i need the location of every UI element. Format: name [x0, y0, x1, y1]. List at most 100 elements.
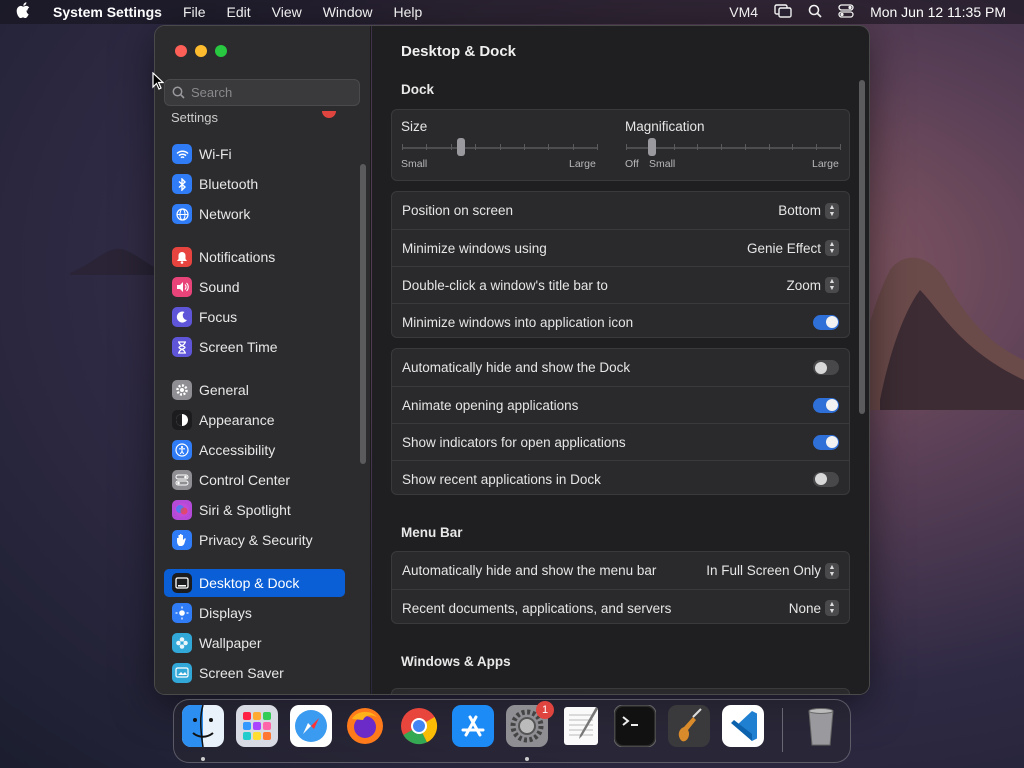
- menu-bar-group: Automatically hide and show the menu bar…: [391, 551, 850, 624]
- dock-app-system-settings[interactable]: 1: [506, 701, 554, 749]
- menu-help[interactable]: Help: [394, 4, 423, 20]
- section-menu-bar: Menu Bar: [401, 525, 463, 540]
- popup-button[interactable]: In Full Screen Only ▲ ▼: [706, 562, 839, 579]
- sidebar-item-notifications[interactable]: Notifications: [164, 243, 345, 271]
- sidebar-item-desktop-dock[interactable]: Desktop & Dock: [164, 569, 345, 597]
- sidebar-item-wi-fi[interactable]: Wi-Fi: [164, 140, 345, 168]
- size-label: Size: [401, 119, 428, 134]
- screen-mirroring-icon[interactable]: [774, 3, 792, 21]
- globe-icon: [172, 204, 192, 224]
- magnification-slider-track[interactable]: [626, 147, 840, 149]
- textedit-icon: [560, 705, 602, 752]
- toggle-switch[interactable]: [813, 314, 839, 330]
- windows-apps-group-partial: [391, 688, 850, 694]
- slider-tick: [697, 144, 699, 150]
- dock-settings-group: Position on screen Bottom ▲ ▼ Minimize windo…: [391, 191, 850, 338]
- dock-separator: [782, 708, 783, 752]
- setting-label: Minimize windows into application icon: [402, 314, 634, 330]
- dock-app-firefox[interactable]: [344, 707, 386, 749]
- toggle-switch[interactable]: [813, 360, 839, 375]
- menu-view[interactable]: View: [272, 4, 302, 20]
- menu-edit[interactable]: Edit: [227, 4, 251, 20]
- menu-file[interactable]: File: [183, 4, 206, 20]
- sidebar-item-control-center[interactable]: Control Center: [164, 466, 345, 494]
- popup-value: Bottom: [778, 203, 821, 218]
- popup-button[interactable]: Genie Effect ▲ ▼: [747, 240, 839, 256]
- popup-button[interactable]: Zoom ▲ ▼: [786, 277, 839, 293]
- search-input[interactable]: [191, 85, 341, 100]
- sidebar-item-partial[interactable]: Settings: [171, 110, 218, 125]
- sidebar-item-label: Wi-Fi: [199, 146, 232, 162]
- garageband-icon: [668, 704, 710, 752]
- slider-tick: [450, 144, 452, 150]
- dock-app-app-store[interactable]: [452, 704, 494, 749]
- popup-button[interactable]: Bottom ▲ ▼: [778, 202, 839, 219]
- sidebar-item-displays[interactable]: Displays: [164, 599, 345, 627]
- sidebar-item-accessibility[interactable]: Accessibility: [164, 436, 345, 464]
- slider-tick: [721, 144, 723, 150]
- screensaver-icon: [172, 663, 192, 683]
- sidebar-list: Settings Wi-Fi Bluetooth Network Notificati…: [155, 108, 365, 694]
- setting-row-automatically-hide-and-show-the-dock: Automatically hide and show the Dock: [392, 349, 849, 386]
- popup-value: None: [788, 600, 821, 616]
- sidebar-scrollbar[interactable]: [360, 164, 366, 464]
- dock-app-safari[interactable]: [290, 704, 332, 749]
- spotlight-search-icon[interactable]: [808, 4, 822, 21]
- setting-label: Automatically hide and show the menu bar: [402, 563, 657, 578]
- sidebar-item-network[interactable]: Network: [164, 200, 345, 228]
- dock-app-terminal[interactable]: [613, 704, 657, 749]
- sidebar-item-label: Appearance: [199, 412, 275, 428]
- sidebar-item-screen-time[interactable]: Screen Time: [164, 333, 345, 361]
- magnification-slider-thumb[interactable]: [648, 138, 656, 156]
- sidebar-item-general[interactable]: General: [164, 376, 345, 404]
- minimize-button[interactable]: [195, 45, 207, 57]
- popup-button[interactable]: None ▲ ▼: [789, 600, 839, 616]
- slider-tick: [626, 144, 627, 150]
- dock-app-vs-code[interactable]: [722, 704, 764, 749]
- dock-app-garageband[interactable]: [668, 704, 710, 752]
- setting-row-recent-documents-applications-and-server: Recent documents, applications, and serv…: [392, 589, 849, 626]
- setting-row-animate-opening-applications: Animate opening applications: [392, 386, 849, 423]
- toggle-switch[interactable]: [813, 434, 839, 450]
- close-button[interactable]: [175, 45, 187, 57]
- dock-app-finder[interactable]: [182, 704, 224, 749]
- toggle-switch[interactable]: [813, 471, 839, 487]
- chevron-up-down-icon: ▲ ▼: [825, 600, 839, 616]
- zoom-button[interactable]: [215, 45, 227, 57]
- menubar-clock[interactable]: Mon Jun 12 11:35 PM: [870, 4, 1006, 20]
- setting-label: Minimize windows using: [402, 240, 547, 256]
- toggle-knob: [814, 473, 827, 485]
- dock-app-textedit[interactable]: [560, 705, 602, 752]
- main-scrollbar[interactable]: [859, 80, 865, 414]
- dock-app-chrome[interactable]: [398, 707, 440, 749]
- dock-badge: 1: [536, 701, 554, 719]
- sidebar-item-focus[interactable]: Focus: [164, 303, 345, 331]
- setting-label: Double-click a window's title bar to: [402, 277, 608, 293]
- sidebar-item-screen-saver[interactable]: Screen Saver: [164, 659, 345, 687]
- control-center-menubar-icon[interactable]: [838, 3, 854, 21]
- size-slider-thumb[interactable]: [456, 138, 465, 156]
- wallpaper-rock-left: [70, 248, 160, 275]
- menu-app-name[interactable]: System Settings: [53, 4, 162, 20]
- sidebar-item-privacy-security[interactable]: Privacy & Security: [164, 526, 345, 554]
- sidebar-item-label: Accessibility: [199, 442, 276, 458]
- hourglass-icon: [172, 337, 192, 357]
- sidebar-item-bluetooth[interactable]: Bluetooth: [164, 170, 345, 198]
- status-vm-label[interactable]: VM4: [729, 4, 758, 20]
- sidebar-search[interactable]: [164, 79, 360, 106]
- menu-window[interactable]: Window: [323, 4, 373, 20]
- setting-row-double-click-a-window-s-title-bar-to: Double-click a window's title bar to Zoom…: [392, 266, 849, 303]
- sidebar-item-siri-spotlight[interactable]: Siri & Spotlight: [164, 496, 345, 524]
- sidebar-item-sound[interactable]: Sound: [164, 273, 345, 301]
- apple-menu-icon[interactable]: [16, 2, 42, 22]
- dock-app-launchpad[interactable]: [236, 704, 278, 749]
- setting-label: Show recent applications in Dock: [402, 471, 601, 487]
- sidebar-item-appearance[interactable]: Appearance: [164, 406, 345, 434]
- chevron-up-down-icon: ▲ ▼: [825, 202, 839, 219]
- dock-app-trash[interactable]: [800, 707, 842, 749]
- sidebar-item-wallpaper[interactable]: Wallpaper: [164, 629, 345, 657]
- flower-icon: [172, 633, 192, 653]
- window-controls: [175, 45, 227, 57]
- toggle-switch[interactable]: [813, 397, 839, 413]
- magnification-max-label: Large: [812, 158, 839, 170]
